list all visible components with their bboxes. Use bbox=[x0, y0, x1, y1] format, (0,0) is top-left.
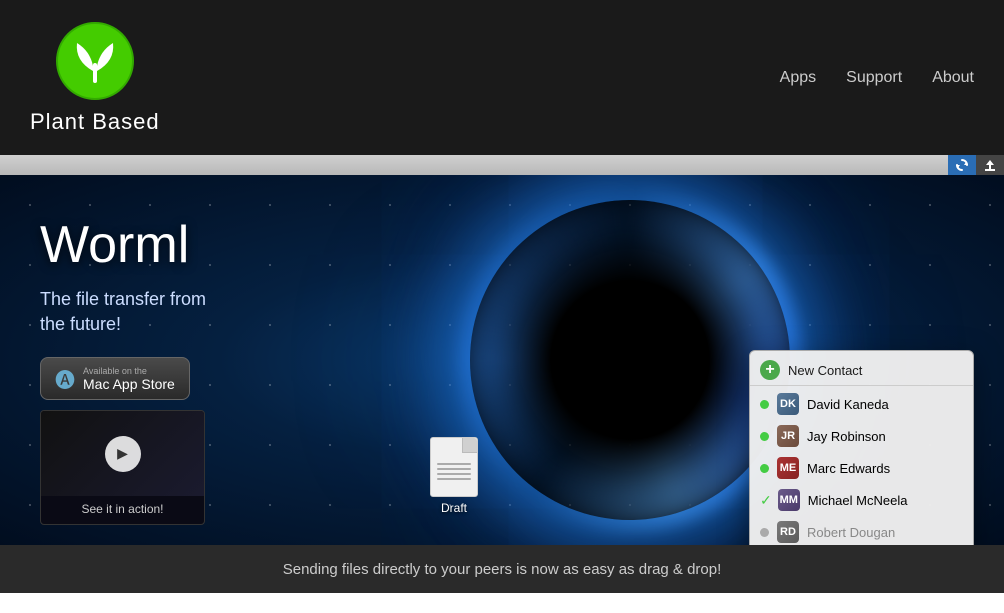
avatar-marc: ME bbox=[777, 457, 799, 479]
play-button[interactable]: ▶ bbox=[105, 436, 141, 472]
contact-name-marc: Marc Edwards bbox=[807, 461, 963, 476]
toolbar-upload-icon[interactable] bbox=[976, 155, 1004, 175]
contact-name-david: David Kaneda bbox=[807, 397, 963, 412]
contact-name-robert: Robert Dougan bbox=[807, 525, 963, 540]
avatar-jay: JR bbox=[777, 425, 799, 447]
avatar-robert: RD bbox=[777, 521, 799, 543]
footer-text: Sending files directly to your peers is … bbox=[283, 561, 722, 578]
toolbar-sync-icon[interactable] bbox=[948, 155, 976, 175]
hero-content: Worml The file transfer from the future!… bbox=[40, 215, 206, 400]
hero-subtitle: The file transfer from the future! bbox=[40, 287, 206, 337]
video-label: See it in action! bbox=[41, 496, 204, 522]
file-line bbox=[437, 478, 471, 480]
status-dot-green bbox=[760, 464, 769, 473]
draft-label: Draft bbox=[441, 501, 467, 515]
blackhole-core bbox=[470, 200, 790, 520]
status-dot-gray bbox=[760, 528, 769, 537]
checkmark-icon: ✓ bbox=[760, 492, 772, 509]
logo-text: Plant Based bbox=[30, 109, 160, 135]
video-preview: ▶ bbox=[41, 411, 204, 496]
video-thumbnail[interactable]: ▶ See it in action! bbox=[40, 410, 205, 525]
avatar-david: DK bbox=[777, 393, 799, 415]
appstore-button[interactable]: 🅐 Available on the Mac App Store bbox=[40, 357, 190, 400]
appstore-text: Available on the Mac App Store bbox=[83, 366, 175, 392]
file-line bbox=[437, 468, 471, 470]
avatar-michael: MM bbox=[778, 489, 800, 511]
main-nav: Apps Support About bbox=[780, 69, 974, 87]
file-line bbox=[437, 473, 471, 475]
context-menu: + New Contact DK David Kaneda JR Jay Rob… bbox=[749, 350, 974, 545]
menu-contact-david[interactable]: DK David Kaneda bbox=[750, 388, 973, 420]
menu-contact-robert[interactable]: RD Robert Dougan bbox=[750, 516, 973, 545]
nav-about[interactable]: About bbox=[932, 69, 974, 87]
toolbar-icons bbox=[948, 155, 1004, 175]
header: Plant Based Apps Support About bbox=[0, 0, 1004, 155]
contact-name-michael: Michael McNeela bbox=[808, 493, 963, 508]
menu-contact-jay[interactable]: JR Jay Robinson bbox=[750, 420, 973, 452]
draft-file[interactable]: Draft bbox=[430, 437, 478, 515]
menu-new-contact[interactable]: + New Contact bbox=[750, 355, 973, 386]
status-dot-green bbox=[760, 400, 769, 409]
blackhole-visual bbox=[470, 200, 790, 520]
footer: Sending files directly to your peers is … bbox=[0, 545, 1004, 593]
nav-apps[interactable]: Apps bbox=[780, 69, 816, 87]
toolbar-bar bbox=[0, 155, 1004, 175]
appstore-icon: 🅐 bbox=[55, 364, 75, 393]
menu-contact-marc[interactable]: ME Marc Edwards bbox=[750, 452, 973, 484]
status-dot-green bbox=[760, 432, 769, 441]
file-icon bbox=[430, 437, 478, 497]
menu-contact-michael[interactable]: ✓ MM Michael McNeela bbox=[750, 484, 973, 516]
contact-name-jay: Jay Robinson bbox=[807, 429, 963, 444]
hero-title: Worml bbox=[40, 215, 206, 275]
nav-support[interactable]: Support bbox=[846, 69, 902, 87]
new-contact-label: New Contact bbox=[788, 363, 963, 378]
logo-icon bbox=[55, 21, 135, 101]
file-lines bbox=[431, 463, 477, 480]
new-contact-icon: + bbox=[760, 360, 780, 380]
file-line bbox=[437, 463, 471, 465]
hero-section: Worml The file transfer from the future!… bbox=[0, 175, 1004, 545]
logo-area: Plant Based bbox=[30, 21, 160, 135]
